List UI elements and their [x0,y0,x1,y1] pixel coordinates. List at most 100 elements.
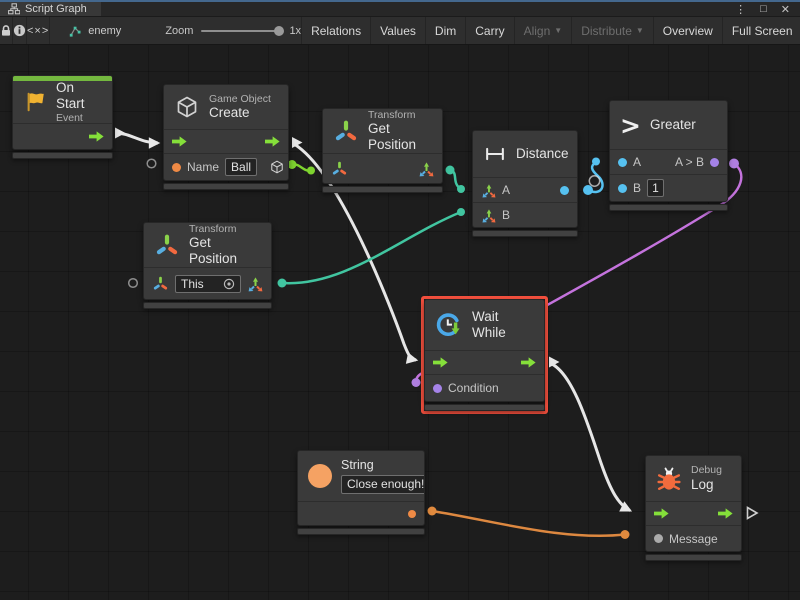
transform-input-port[interactable] [331,160,348,177]
greater-icon: > [620,113,641,138]
info-button[interactable] [13,17,27,44]
node-title: Distance [516,146,569,162]
node-category: Game Object [209,93,271,106]
b-value-field[interactable]: 1 [647,179,664,197]
target-field[interactable]: This [175,275,241,293]
lock-icon [0,24,12,37]
transform-icon [333,118,359,144]
result-output-port[interactable] [710,158,719,167]
flag-icon [23,90,47,114]
message-input-port[interactable] [654,534,663,543]
toolbar-button-distribute[interactable]: Distribute▼ [571,17,653,44]
node-footer [322,186,443,193]
game-object-output-port[interactable] [269,159,285,175]
a-input-port[interactable] [618,158,627,167]
toolbar-button-carry[interactable]: Carry [465,17,513,44]
close-icon[interactable]: ✕ [781,3,790,16]
node-get-position-2[interactable]: Transform Get Position This [143,222,272,309]
port-label: A [502,183,510,197]
node-footer [12,152,113,159]
node-title: Create [209,105,271,121]
chevron-down-icon: ▼ [636,27,644,35]
toolbar-button-full-screen[interactable]: Full Screen [722,17,800,44]
zoom-label: Zoom [165,25,193,37]
toolbar-button-dim[interactable]: Dim [425,17,465,44]
node-distance[interactable]: Distance A B [472,130,578,237]
graph-breadcrumb[interactable]: enemy [68,17,121,44]
result-output-port[interactable] [560,186,569,195]
node-title: Greater [650,117,696,133]
vector3-output-port[interactable] [418,161,434,177]
node-create-game-object[interactable]: Game Object Create Name Ball [163,84,289,190]
toolbar-button-overview[interactable]: Overview [653,17,722,44]
tab-title: Script Graph [25,3,87,15]
vector3-input-port[interactable] [481,183,496,198]
chevron-down-icon: ▼ [554,27,562,35]
code-preview-button[interactable]: <×> [27,17,50,44]
tab-script-graph[interactable]: Script Graph [0,2,101,16]
cube-icon [174,94,200,120]
control-input-port[interactable] [654,508,669,519]
port-label: B [633,181,641,195]
port-label: A [633,155,641,169]
toolbar-button-values[interactable]: Values [370,17,425,44]
node-subtitle: Event [56,112,102,125]
b-input-port[interactable] [618,184,627,193]
condition-input-port[interactable] [433,384,442,393]
node-debug-log[interactable]: Debug Log Message [645,455,742,561]
maximize-icon[interactable]: □ [760,3,767,15]
zoom-slider-handle[interactable] [274,26,284,36]
tab-bar: Script Graph ⋮ □ ✕ [0,2,800,17]
bug-icon [656,466,682,492]
control-output-port[interactable] [521,357,536,368]
zoom-control: Zoom 1x [165,17,301,44]
hierarchy-icon [8,3,20,15]
code-icon: <×> [27,25,49,37]
window-controls: ⋮ □ ✕ [735,2,800,16]
control-output-port[interactable] [265,136,280,147]
toolbar-button-relations[interactable]: Relations [301,17,370,44]
graph-icon [68,24,82,38]
node-title: Log [691,477,722,493]
node-string[interactable]: String Close enough! [297,450,425,535]
vector3-output-port[interactable] [247,276,263,292]
transform-icon [154,232,180,258]
transform-input-port[interactable] [152,275,169,292]
name-field[interactable]: Ball [225,158,257,176]
string-value-field[interactable]: Close enough! [341,475,425,493]
zoom-slider[interactable] [201,30,281,32]
zoom-value: 1x [289,25,301,37]
node-greater[interactable]: > Greater A A > B B 1 [609,100,728,211]
toolbar-button-align[interactable]: Align▼ [514,17,572,44]
control-output-port[interactable] [89,131,104,142]
port-label: B [502,208,510,222]
port-label: Condition [448,381,499,395]
node-footer [472,230,578,237]
info-icon [13,24,26,37]
lock-button[interactable] [0,17,13,44]
name-input-port[interactable] [172,163,181,172]
string-output-port[interactable] [408,510,416,518]
node-on-start[interactable]: On Start Event [12,75,113,159]
port-label: Message [669,532,718,546]
unity-script-graph-window: Script Graph ⋮ □ ✕ <×> [0,0,800,600]
node-title: String [341,458,425,473]
more-menu-icon[interactable]: ⋮ [735,3,746,16]
node-title: Get Position [189,235,261,267]
control-input-port[interactable] [172,136,187,147]
node-footer [143,302,272,309]
node-footer [163,183,289,190]
graph-name: enemy [88,25,121,37]
node-wait-while[interactable]: Wait While Condition [421,296,548,414]
port-label: Name [187,160,219,174]
wait-while-icon [435,311,463,339]
control-output-port[interactable] [718,508,733,519]
toolbar-buttons: Relations Values Dim Carry Align▼ Distri… [301,17,800,44]
node-footer [609,204,728,211]
vector3-input-port[interactable] [481,208,496,223]
object-picker-icon[interactable] [223,278,235,290]
graph-toolbar: <×> enemy Zoom 1x Relations Values Dim C… [0,17,800,45]
control-input-port[interactable] [433,357,448,368]
node-get-position-1[interactable]: Transform Get Position [322,108,443,193]
distance-icon [483,142,507,166]
